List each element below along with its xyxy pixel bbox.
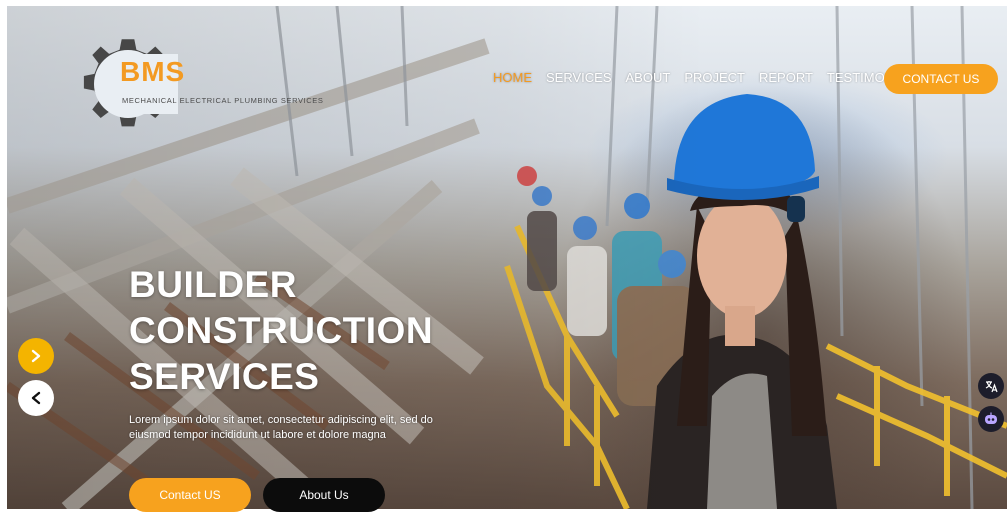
- headline-line-2: CONSTRUCTION: [129, 310, 434, 351]
- slider-next-button[interactable]: [18, 338, 54, 374]
- chatbot-widget-button[interactable]: [978, 406, 1004, 432]
- chevron-right-icon: [31, 349, 41, 363]
- nav-item-about[interactable]: ABOUT: [626, 70, 671, 85]
- about-us-button[interactable]: About Us: [263, 478, 385, 512]
- hero-headline: BUILDER CONSTRUCTION SERVICES: [129, 262, 433, 400]
- nav-item-project[interactable]: PROJECT: [684, 70, 745, 85]
- slider-prev-button[interactable]: [18, 380, 54, 416]
- chevron-left-icon: [31, 391, 41, 405]
- translate-icon: [985, 381, 998, 393]
- nav-item-services[interactable]: SERVICES: [546, 70, 612, 85]
- logo-tagline: MECHANICAL ELECTRICAL PLUMBING SERVICES: [122, 96, 324, 105]
- headline-line-3: SERVICES: [129, 356, 320, 397]
- headline-line-1: BUILDER: [129, 264, 297, 305]
- contact-us-button[interactable]: Contact US: [129, 478, 251, 512]
- logo-brand: BMS: [120, 56, 186, 87]
- nav-item-report[interactable]: REPORT: [759, 70, 813, 85]
- nav-item-home[interactable]: HOME: [493, 70, 532, 85]
- hero-description: Lorem ipsum dolor sit amet, consectetur …: [129, 414, 433, 441]
- translate-widget-button[interactable]: [978, 373, 1004, 399]
- main-nav: HOME SERVICES ABOUT PROJECT REPORT TESTI…: [493, 70, 928, 85]
- chatbot-icon: [985, 412, 997, 424]
- nav-contact-button[interactable]: CONTACT US: [884, 64, 998, 94]
- site-logo[interactable]: BMS MECHANICAL ELECTRICAL PLUMBING SERVI…: [80, 26, 340, 146]
